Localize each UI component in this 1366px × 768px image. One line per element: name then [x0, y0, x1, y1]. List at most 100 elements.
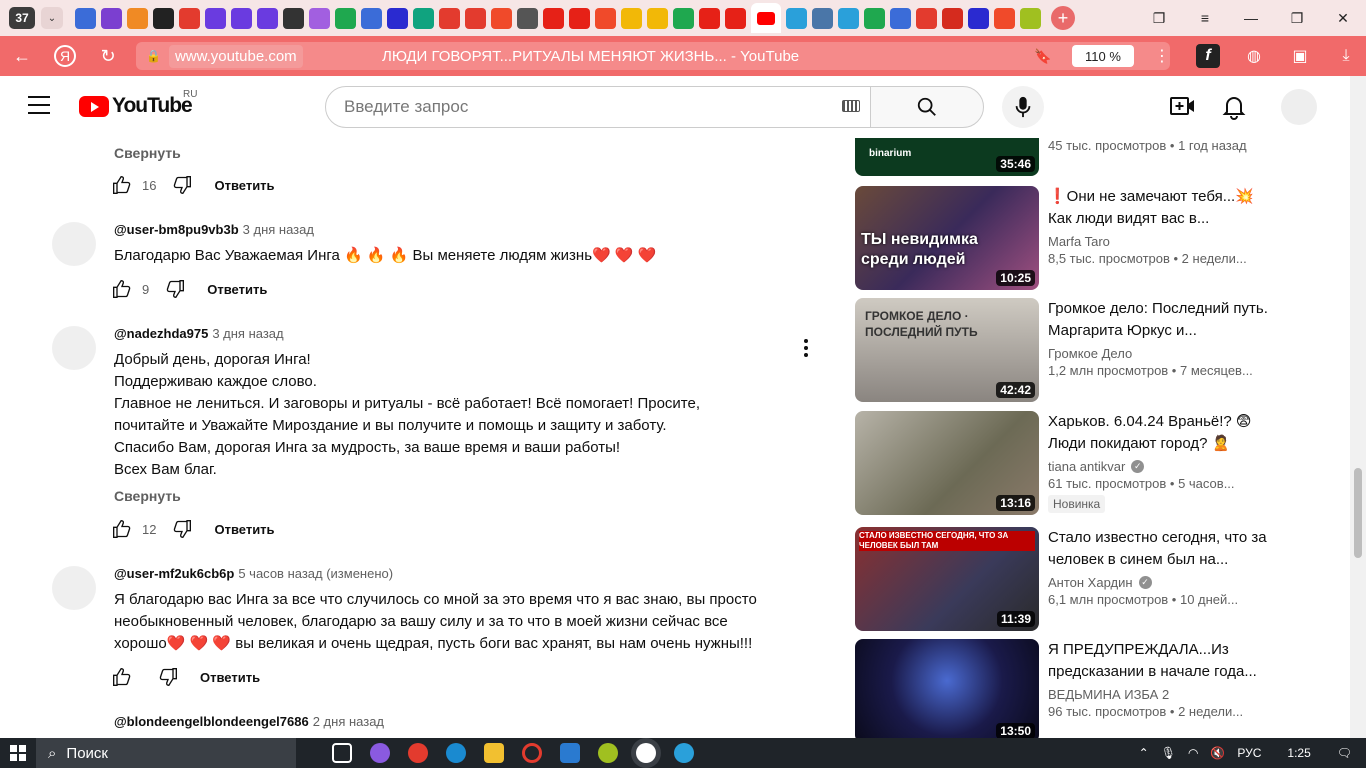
pinned-tab-favicon-icon[interactable]: [1020, 7, 1041, 29]
pinned-tab-favicon-icon[interactable]: [699, 7, 720, 29]
task-view-icon[interactable]: [332, 743, 352, 763]
mail-icon[interactable]: [560, 743, 580, 763]
notifications-icon[interactable]: 🗨: [1337, 746, 1352, 760]
video-title[interactable]: Харьков. 6.04.24 Враньё!? 😨 Люди покидаю…: [1048, 411, 1278, 455]
lock-icon[interactable]: 🔒: [146, 49, 161, 63]
guide-menu-icon[interactable]: [28, 96, 50, 114]
video-title[interactable]: Я ПРЕДУПРЕЖДАЛА...Из предсказании в нача…: [1048, 639, 1278, 683]
thumb-down-icon[interactable]: [172, 519, 192, 539]
minimize-icon[interactable]: —: [1228, 10, 1274, 26]
video-title[interactable]: ❗Они не замечают тебя...💥 Как люди видят…: [1048, 186, 1278, 230]
comment-avatar[interactable]: [52, 222, 96, 266]
pinned-tab-favicon-icon[interactable]: [75, 7, 96, 29]
tabs-panel-icon[interactable]: ❐: [1136, 10, 1182, 27]
thumb-down-icon[interactable]: [172, 175, 192, 195]
thumb-up-icon[interactable]: [112, 279, 132, 299]
pinned-tab-favicon-icon[interactable]: [101, 7, 122, 29]
pinned-tab-favicon-icon[interactable]: [569, 7, 590, 29]
channel-name[interactable]: Громкое Дело: [1048, 346, 1278, 361]
more-vertical-icon[interactable]: ⋮: [1154, 46, 1170, 66]
channel-name[interactable]: ВЕДЬМИНА ИЗБА 2: [1048, 687, 1278, 702]
scrollbar-thumb[interactable]: [1354, 468, 1362, 558]
comment-menu-icon[interactable]: [803, 338, 809, 363]
video-thumbnail[interactable]: ГРОМКОЕ ДЕЛО · ПОСЛЕДНИЙ ПУТЬ 42:42: [855, 298, 1039, 402]
thumb-up-icon[interactable]: [112, 667, 132, 687]
channel-name[interactable]: Антон Хардин: [1048, 575, 1133, 590]
pinned-tab-favicon-icon[interactable]: [673, 7, 694, 29]
back-arrow-icon[interactable]: ←: [6, 40, 38, 72]
pinned-tab-favicon-icon[interactable]: [864, 7, 885, 29]
pinned-tab-favicon-icon[interactable]: [257, 7, 278, 29]
fact-check-icon[interactable]: f: [1196, 44, 1220, 68]
windows-start-icon[interactable]: [0, 738, 36, 768]
clock[interactable]: 1:25: [1287, 746, 1310, 760]
video-title[interactable]: Громкое дело: Последний путь. Маргарита …: [1048, 298, 1278, 342]
pinned-tab-favicon-icon[interactable]: [543, 7, 564, 29]
pinned-tab-favicon-icon[interactable]: [179, 7, 200, 29]
microphone-icon[interactable]: 🎙: [1161, 746, 1176, 760]
pinned-tab-favicon-icon[interactable]: [465, 7, 486, 29]
bookmark-icon[interactable]: 🔖: [1034, 48, 1051, 65]
related-video-item[interactable]: 13:50 Я ПРЕДУПРЕЖДАЛА...Из предсказании …: [855, 639, 1285, 738]
comment-author[interactable]: @user-mf2uk6cb6p: [114, 566, 234, 581]
close-icon[interactable]: ✕: [1320, 10, 1366, 27]
tabs-menu-chevron-icon[interactable]: ⌄: [41, 7, 63, 29]
pinned-tab-favicon-icon[interactable]: [491, 7, 512, 29]
reply-button[interactable]: Ответить: [214, 522, 274, 537]
search-button[interactable]: [870, 86, 984, 128]
comment-avatar[interactable]: [52, 566, 96, 610]
pinned-tab-favicon-icon[interactable]: [283, 7, 304, 29]
related-video-item[interactable]: binarium 35:46 45 тыс. просмотров • 1 го…: [855, 138, 1285, 176]
collections-icon[interactable]: ▣: [1288, 44, 1312, 68]
reply-button[interactable]: Ответить: [200, 670, 260, 685]
pinned-tab-favicon-icon[interactable]: [361, 7, 382, 29]
comment-time[interactable]: 5 часов назад (изменено): [238, 566, 393, 581]
pinned-tab-favicon-icon[interactable]: [647, 7, 668, 29]
pinned-tab-favicon-icon[interactable]: [838, 7, 859, 29]
keyboard-language[interactable]: РУС: [1237, 746, 1261, 760]
pinned-tab-favicon-icon[interactable]: [725, 7, 746, 29]
pinned-tab-favicon-icon[interactable]: [595, 7, 616, 29]
yandex-icon[interactable]: [408, 743, 428, 763]
page-scrollbar[interactable]: [1350, 76, 1366, 738]
yandex-home-icon[interactable]: Я: [54, 45, 76, 67]
reply-button[interactable]: Ответить: [207, 282, 267, 297]
comment-time[interactable]: 3 дня назад: [212, 326, 283, 341]
pinned-tab-favicon-icon[interactable]: [439, 7, 460, 29]
taskbar-search[interactable]: ⌕ Поиск: [36, 738, 296, 768]
yandex-browser-icon[interactable]: [636, 743, 656, 763]
related-video-item[interactable]: 13:16 Харьков. 6.04.24 Враньё!? 😨 Люди п…: [855, 411, 1285, 515]
pinned-tab-favicon-icon[interactable]: [968, 7, 989, 29]
thumb-up-icon[interactable]: [112, 175, 132, 195]
wifi-icon[interactable]: ◠: [1188, 746, 1198, 760]
translate-globe-icon[interactable]: ◍: [1242, 44, 1266, 68]
utorrent-icon[interactable]: [598, 743, 618, 763]
tab-counter[interactable]: 37: [9, 7, 35, 29]
pinned-tab-favicon-icon[interactable]: [890, 7, 911, 29]
url-host[interactable]: www.youtube.com: [168, 44, 303, 68]
channel-name[interactable]: tiana antikvar: [1048, 459, 1125, 474]
pinned-tab-favicon-icon[interactable]: [231, 7, 252, 29]
new-tab-plus-icon[interactable]: +: [1051, 6, 1075, 30]
pinned-tab-favicon-icon[interactable]: [812, 7, 833, 29]
alice-assistant-icon[interactable]: [370, 743, 390, 763]
video-thumbnail[interactable]: ТЫ невидимка среди людей 10:25: [855, 186, 1039, 290]
notifications-button[interactable]: [1222, 94, 1246, 125]
pinned-tab-favicon-icon[interactable]: [153, 7, 174, 29]
search-input[interactable]: Введите запрос: [325, 86, 871, 128]
video-title[interactable]: Стало известно сегодня, что за человек в…: [1048, 527, 1278, 571]
pinned-tab-favicon-icon[interactable]: [942, 7, 963, 29]
thumb-down-icon[interactable]: [158, 667, 178, 687]
pinned-tab-favicon-icon[interactable]: [621, 7, 642, 29]
telegram-icon[interactable]: [674, 743, 694, 763]
account-avatar[interactable]: [1281, 89, 1317, 125]
collapse-link[interactable]: Свернуть: [114, 488, 181, 504]
youtube-logo[interactable]: YouTube RU: [79, 89, 197, 118]
comment-author[interactable]: @user-bm8pu9vb3b: [114, 222, 239, 237]
video-thumbnail[interactable]: 13:50: [855, 639, 1039, 738]
edge-icon[interactable]: [446, 743, 466, 763]
downloads-icon[interactable]: ⤓: [1334, 44, 1358, 68]
active-tab-youtube-icon[interactable]: [751, 3, 781, 33]
pinned-tab-favicon-icon[interactable]: [387, 7, 408, 29]
video-thumbnail[interactable]: СТАЛО ИЗВЕСТНО СЕГОДНЯ, ЧТО ЗА ЧЕЛОВЕК Б…: [855, 527, 1039, 631]
